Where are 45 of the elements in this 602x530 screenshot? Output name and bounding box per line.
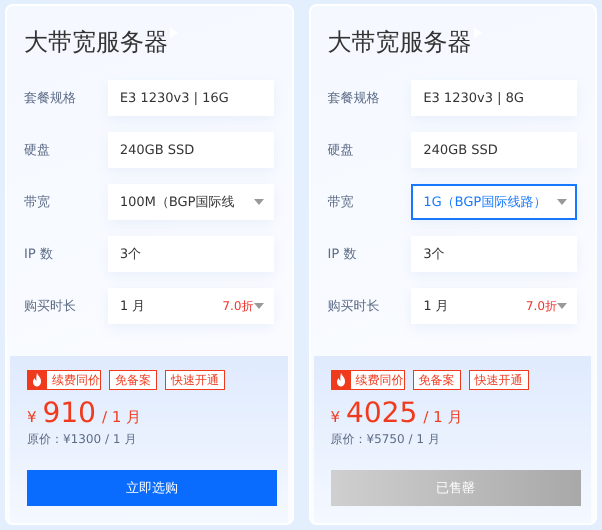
- field-label: IP 数: [328, 246, 358, 263]
- caret-icon: [557, 303, 567, 309]
- field-label: 套餐规格: [24, 90, 77, 107]
- original-price: 原价：¥1300 / 1 月: [27, 431, 138, 448]
- field-label: 购买时长: [24, 298, 77, 315]
- currency-symbol: ¥: [330, 408, 340, 426]
- card-title: 大带宽服务器: [328, 27, 472, 58]
- field-label: 硬盘: [24, 142, 51, 159]
- field-label: 硬盘: [328, 142, 354, 159]
- price: 4025: [346, 396, 418, 429]
- select-field[interactable]: 1 月 7.0折: [108, 288, 274, 324]
- value-field: 240GB SSD: [411, 132, 577, 168]
- value-field: E3 1230v3 | 16G: [108, 80, 274, 116]
- field-label: 带宽: [328, 194, 354, 211]
- value-field: E3 1230v3 | 8G: [411, 80, 577, 116]
- buy-button[interactable]: 立即选购: [27, 470, 277, 506]
- field-label: 购买时长: [328, 298, 380, 315]
- caret-icon: [254, 199, 264, 205]
- field-label: IP 数: [24, 246, 54, 263]
- value-field: 3个: [411, 236, 577, 272]
- value-field: 240GB SSD: [108, 132, 274, 168]
- select-field[interactable]: 1G（BGP国际线路）: [411, 184, 577, 220]
- select-field[interactable]: 100M（BGP国际线: [108, 184, 274, 220]
- value-field: 3个: [108, 236, 274, 272]
- tag: 免备案: [109, 370, 157, 390]
- discount-text: 7.0折: [222, 298, 254, 314]
- select-field[interactable]: 1 月 7.0折: [411, 288, 577, 324]
- original-price: 原价：¥5750 / 1 月: [330, 431, 441, 448]
- currency-symbol: ¥: [27, 408, 37, 426]
- caret-icon: [254, 303, 264, 309]
- card-title: 大带宽服务器: [24, 27, 168, 58]
- tag: 快速开通: [468, 370, 528, 390]
- field-label: 套餐规格: [328, 90, 380, 107]
- tag: 续费同价: [27, 370, 101, 390]
- caret-icon: [557, 199, 567, 205]
- discount-text: 7.0折: [526, 298, 557, 314]
- price: 910: [42, 396, 96, 429]
- price-period: / 1 月: [102, 408, 142, 427]
- tag: 免备案: [412, 370, 460, 390]
- tag: 续费同价: [330, 370, 404, 390]
- flame-icon: [27, 370, 47, 390]
- flame-icon: [330, 370, 350, 390]
- field-label: 带宽: [24, 194, 51, 211]
- price-period: / 1 月: [423, 408, 462, 427]
- tag: 快速开通: [165, 370, 225, 390]
